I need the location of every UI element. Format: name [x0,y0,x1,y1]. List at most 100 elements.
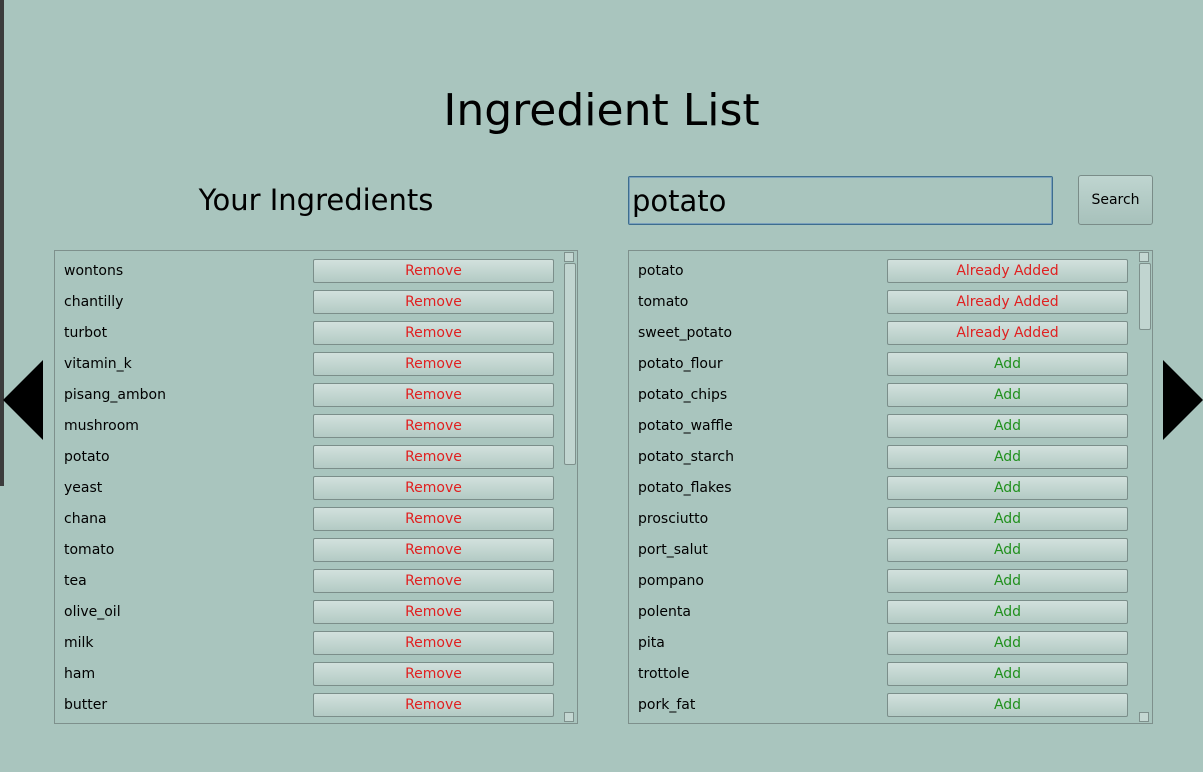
search-button[interactable]: Search [1078,175,1153,225]
search-results-list: potato Already Added tomato Already Added sw… [628,250,1153,724]
remove-button[interactable]: Remove [313,414,554,438]
list-item: trottole Add [629,659,1139,690]
list-item: tomato Already Added [629,287,1139,318]
ingredient-name: potato_flakes [638,480,732,496]
scroll-up-arrow-icon[interactable] [564,252,574,262]
list-item: chana Remove [55,504,565,535]
your-ingredients-scrollbar[interactable] [563,251,577,723]
ingredient-name: vitamin_k [64,356,132,372]
list-item: tea Remove [55,566,565,597]
your-ingredients-title: Your Ingredients [198,183,434,217]
ingredient-name: polenta [638,604,691,620]
add-button[interactable]: Add [887,600,1128,624]
search-input[interactable] [628,176,1053,225]
remove-button[interactable]: Remove [313,600,554,624]
list-item: pompano Add [629,566,1139,597]
add-button[interactable]: Add [887,352,1128,376]
remove-button[interactable]: Remove [313,476,554,500]
scroll-down-arrow-icon[interactable] [564,712,574,722]
already-added-button[interactable]: Already Added [887,321,1128,345]
ingredient-name: potato_waffle [638,418,733,434]
scroll-thumb[interactable] [564,263,576,465]
remove-button[interactable]: Remove [313,662,554,686]
list-item: potato_chips Add [629,380,1139,411]
list-item: pita Add [629,628,1139,659]
remove-button[interactable]: Remove [313,290,554,314]
ingredient-name: tomato [64,542,115,558]
remove-button[interactable]: Remove [313,321,554,345]
list-item: chantilly Remove [55,287,565,318]
scroll-up-arrow-icon[interactable] [1139,252,1149,262]
list-item: sweet_potato Already Added [629,318,1139,349]
ingredient-name: tomato [638,294,689,310]
list-item: ham Remove [55,659,565,690]
search-results-scrollbar[interactable] [1138,251,1152,723]
ingredient-name: tea [64,573,87,589]
ingredient-name: mushroom [64,418,139,434]
ingredient-name: butter [64,697,108,713]
ingredient-name: turbot [64,325,108,341]
remove-button[interactable]: Remove [313,693,554,717]
scroll-thumb[interactable] [1139,263,1151,330]
list-item: port_salut Add [629,535,1139,566]
remove-button[interactable]: Remove [313,352,554,376]
ingredient-name: potato_flour [638,356,723,372]
list-item: potato Remove [55,442,565,473]
add-button[interactable]: Add [887,383,1128,407]
list-item: potato Already Added [629,256,1139,287]
add-button[interactable]: Add [887,631,1128,655]
remove-button[interactable]: Remove [313,631,554,655]
ingredient-name: pork_fat [638,697,696,713]
triangle-right-icon[interactable] [1163,360,1203,440]
add-button[interactable]: Add [887,476,1128,500]
ingredient-name: prosciutto [638,511,709,527]
list-item: tomato Remove [55,535,565,566]
add-button[interactable]: Add [887,569,1128,593]
list-item: olive_oil Remove [55,597,565,628]
list-item: potato_starch Add [629,442,1139,473]
add-button[interactable]: Add [887,414,1128,438]
remove-button[interactable]: Remove [313,538,554,562]
ingredient-name: potato [64,449,110,465]
ingredient-name: potato_chips [638,387,728,403]
already-added-button[interactable]: Already Added [887,290,1128,314]
remove-button[interactable]: Remove [313,259,554,283]
list-item: pork_fat Add [629,690,1139,721]
ingredient-name: trottole [638,666,690,682]
scroll-down-arrow-icon[interactable] [1139,712,1149,722]
remove-button[interactable]: Remove [313,507,554,531]
ingredient-name: wontons [64,263,124,279]
list-item: turbot Remove [55,318,565,349]
ingredient-name: chantilly [64,294,124,310]
list-item: polenta Add [629,597,1139,628]
list-item: potato_flour Add [629,349,1139,380]
list-item: pisang_ambon Remove [55,380,565,411]
list-item: vitamin_k Remove [55,349,565,380]
ingredient-name: ham [64,666,96,682]
add-button[interactable]: Add [887,507,1128,531]
ingredient-name: potato_starch [638,449,734,465]
list-item: wontons Remove [55,256,565,287]
already-added-button[interactable]: Already Added [887,259,1128,283]
list-item: mushroom Remove [55,411,565,442]
add-button[interactable]: Add [887,693,1128,717]
add-button[interactable]: Add [887,662,1128,686]
ingredient-name: pisang_ambon [64,387,166,403]
triangle-left-icon[interactable] [3,360,43,440]
list-item: potato_waffle Add [629,411,1139,442]
ingredient-name: pompano [638,573,704,589]
remove-button[interactable]: Remove [313,569,554,593]
ingredient-name: olive_oil [64,604,121,620]
ingredient-name: pita [638,635,665,651]
add-button[interactable]: Add [887,538,1128,562]
ingredient-name: chana [64,511,107,527]
your-ingredients-list: wontons Remove chantilly Remove turbot Remove… [54,250,578,724]
list-item: potato_flakes Add [629,473,1139,504]
remove-button[interactable]: Remove [313,445,554,469]
page-title: Ingredient List [443,85,760,136]
remove-button[interactable]: Remove [313,383,554,407]
add-button[interactable]: Add [887,445,1128,469]
ingredient-name: port_salut [638,542,708,558]
list-item: butter Remove [55,690,565,721]
ingredient-name: yeast [64,480,103,496]
